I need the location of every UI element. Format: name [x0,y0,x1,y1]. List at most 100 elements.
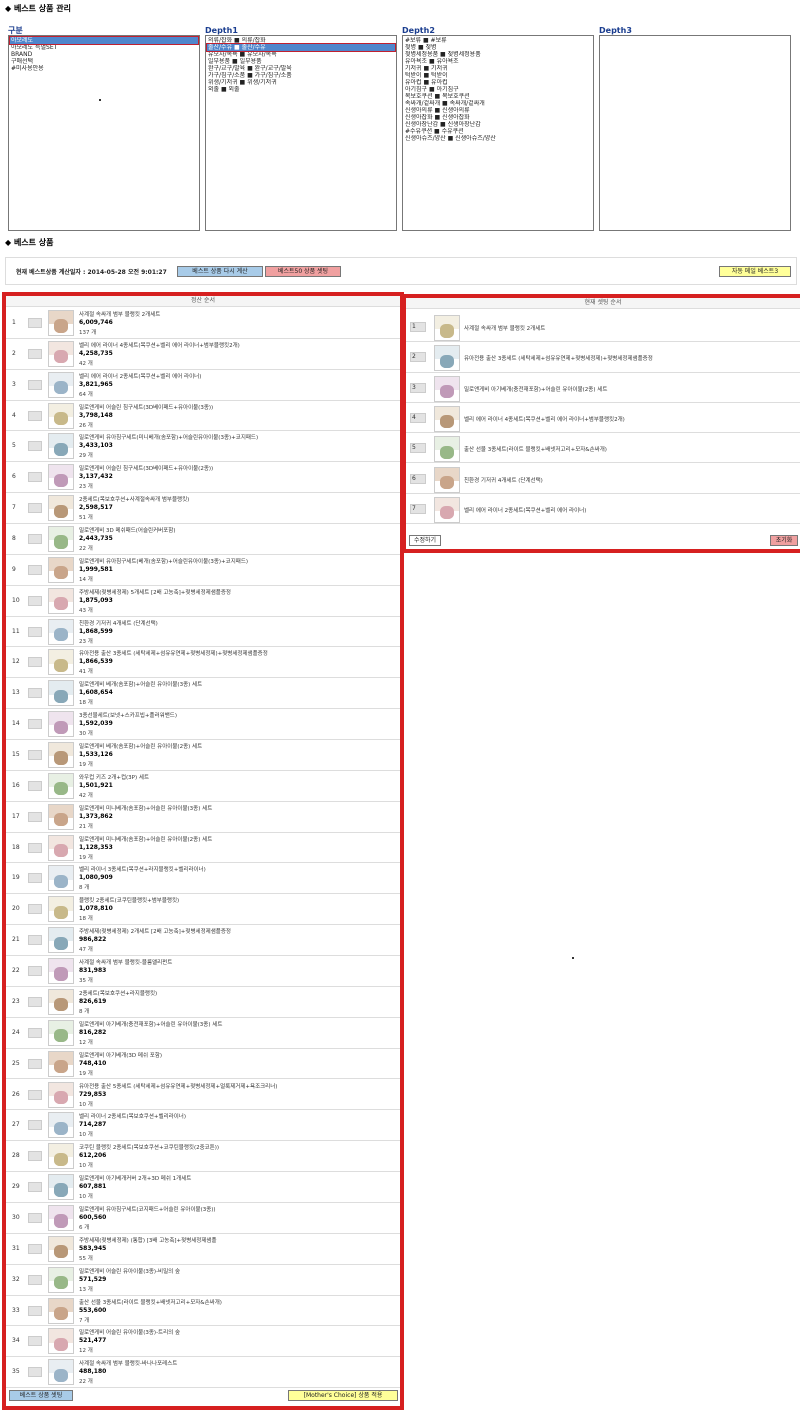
table-row[interactable]: 7 2종세트(목보호쿠션+사계절속싸개 범부블랭킷) 2,598,517 51 개 [6,493,400,525]
table-row[interactable]: 27 벨리 라이너 2종세트(목보호쿠션+벨리라이너) 714,287 10 개 [6,1110,400,1142]
row-checkbox[interactable] [28,1058,42,1069]
table-row[interactable]: 20 블랭킷 2종세트(코쿠틴블랭킷+범부블랭킷) 1,078,810 18 개 [6,894,400,926]
table-row[interactable]: 15 밀로앤게비 베개(솜포함)+어슬린 유아이불(2종) 세트 1,533,126… [6,740,400,771]
row-checkbox[interactable] [28,966,42,977]
setting-row[interactable]: 4 벨리 에어 라이너 4종세트(목쿠션+벨리 에어 라이너+범부블랭킷2개) [406,403,800,434]
row-checkbox[interactable] [28,1089,42,1100]
setting-row[interactable]: 1 사계절 속싸개 범부 블랭킷 2개세트 [406,312,800,343]
row-checkbox[interactable] [28,472,42,483]
table-row[interactable]: 10 주방세제(젖병세정제) 5개세트 [2배 고농축]+젖병세정제샘플증정 1,8… [6,586,400,617]
depth2-option[interactable]: 젖병세정용품 ■ 젖병세정용품 [404,51,592,58]
gubun-option[interactable]: 아모레도 특별SET [10,44,198,51]
depth1-option[interactable]: 완구/교구/발육 ■ 완구/교구/발육 [207,65,395,72]
row-checkbox[interactable] [28,1243,42,1254]
table-row[interactable]: 6 밀로앤게비 어슬린 침구세트(3D베이패드+유아이불(2종)) 3,137,43… [6,462,400,494]
setting-row[interactable]: 7 벨리 에어 라이너 2종세트(목쿠션+벨리 에어 라이너) [406,494,800,525]
table-row[interactable]: 13 밀로앤게비 베개(솜포함)+어슬린 유아이불(3종) 세트 1,608,654… [6,678,400,710]
gubun-option[interactable]: 구매선택 [10,58,198,65]
gubun-listbox[interactable]: 아모레도 아모레도 특별SET BRAND 구매선택 #미사용안용 [8,35,200,231]
depth1-option[interactable]: 가구/침구/소품 ■ 가구/침구/소품 [207,72,395,79]
table-row[interactable]: 14 3종선물세트(보넷+스카프빕+플러워밴드) 1,592,039 30 개 [6,709,400,741]
reset-button[interactable]: 초기화 [770,535,798,546]
row-checkbox[interactable] [28,534,42,545]
table-row[interactable]: 4 밀로앤게비 어슬린 침구세트(3D베이패드+유아이불(3종)) 3,798,14… [6,401,400,432]
depth1-listbox[interactable]: 의류/잡화 ■ 의류/잡화 출산/수유 ■ 출산/수유 유모차/목욕 ■ 유모차/목… [205,35,397,231]
row-checkbox[interactable] [28,996,42,1007]
table-row[interactable]: 2 벨리 에어 라이너 4종세트(목쿠션+벨리 에어 라이너+범부블랭킷2개) 4,… [6,339,400,370]
row-checkbox[interactable] [28,564,42,575]
setting-row[interactable]: 2 유아전용 출산 3종세트 (세탁세제+섬유유연제+젖병세정제)+젖병세정제샘플… [406,342,800,373]
recalc-button[interactable]: 베스트 상품 다시 계산 [177,266,263,277]
row-checkbox[interactable] [28,750,42,761]
depth2-option[interactable]: 기저귀 ■ 기저귀 [404,65,592,72]
row-checkbox[interactable] [28,379,42,390]
row-checkbox[interactable] [28,1027,42,1038]
row-checkbox[interactable] [28,348,42,359]
row-checkbox[interactable] [28,935,42,946]
setting-row[interactable]: 3 밀로앤게비 아기베개(충전재포함)+어슬린 유아이불(2종) 세트 [406,373,800,403]
table-row[interactable]: 3 벨리 에어 라이너 2종세트(목쿠션+벨리 에어 라이너) 3,821,965 6… [6,370,400,401]
setting-row[interactable]: 6 친환경 기저귀 4개세트 (단계선택) [406,464,800,494]
depth2-option[interactable]: 유아욕조 ■ 유아욕조 [404,58,592,65]
row-checkbox[interactable] [28,410,42,421]
row-checkbox[interactable] [28,1336,42,1347]
edit-button[interactable]: 수정하기 [409,535,441,546]
depth2-option[interactable]: 턱받이 ■ 턱받이 [404,72,592,79]
row-checkbox[interactable] [28,1274,42,1285]
depth1-option[interactable]: 위생/기저귀 ■ 위생/기저귀 [207,79,395,86]
table-row[interactable]: 17 밀로앤게비 미니베개(솜포함)+어슬린 유아이불(3종) 세트 1,373,8… [6,802,400,833]
depth1-option[interactable]: 유모차/목욕 ■ 유모차/목욕 [207,51,395,58]
row-checkbox[interactable] [28,842,42,853]
depth1-option[interactable]: 출산/수유 ■ 출산/수유 [206,43,396,52]
depth2-option[interactable]: 신생아의류 ■ 신생아의류 [404,107,592,114]
row-checkbox[interactable] [28,318,42,328]
depth1-option[interactable]: 의류/잡화 ■ 의류/잡화 [207,37,395,44]
row-checkbox[interactable] [28,626,42,637]
depth2-option[interactable]: 젖병 ■ 젖병 [404,44,592,51]
table-row[interactable]: 24 밀로앤게비 아기베개(충전재포함)+어슬린 유아이불(3종) 세트 816,2… [6,1018,400,1049]
row-checkbox[interactable] [28,441,42,452]
depth2-option[interactable]: 유아컵 ■ 유아컵 [404,79,592,86]
table-row[interactable]: 5 밀로앤게비 유아침구세트(미니베개(솜포함)+어슬린유아이불(3종)+코지패드… [6,431,400,463]
row-checkbox[interactable] [28,904,42,915]
setting-row[interactable]: 5 출산 선물 3종세트(라이트 블랭킷+배넷저고리+모자&손싸개) [406,433,800,464]
table-row[interactable]: 8 밀로앤게비 3D 메쉬패드(어슬린커버포함) 2,443,735 22 개 [6,524,400,555]
depth3-listbox[interactable] [599,35,791,231]
table-row[interactable]: 12 유아전용 출산 3종세트 (세탁세제+섬유유연제+젖병세정제)+젖병세정제샘… [6,647,400,679]
gubun-option[interactable]: BRAND [10,51,198,58]
table-row[interactable]: 19 벨리 라이너 3종세트(목쿠션+라지블랭킷+벨리라이너) 1,080,909 8… [6,863,400,895]
table-row[interactable]: 35 사계절 속싸개 범부 블랭킷-바나나포레스트 488,180 22 개 [6,1357,400,1389]
top50-setting-button[interactable]: 베스트50 상품 셋팅 [265,266,341,277]
table-row[interactable]: 30 밀로앤게비 유아침구세트(코지패드+어슬린 유아이불(3종)) 600,560… [6,1203,400,1234]
gubun-option[interactable]: #미사용안용 [10,65,198,72]
row-checkbox[interactable] [28,688,42,699]
row-checkbox[interactable] [28,1367,42,1378]
table-row[interactable]: 33 출산 선물 3종세트(라이트 블랭킷+배넷저고리+모자&손싸개) 553,60… [6,1296,400,1327]
row-checkbox[interactable] [28,1151,42,1162]
table-row[interactable]: 18 밀로앤게비 미니베개(솜포함)+어슬린 유아이불(2종) 세트 1,128,3… [6,833,400,864]
depth2-option[interactable]: 신생아슈즈/양산 ■ 신생아슈즈/양산 [404,135,592,142]
table-row[interactable]: 26 유아전용 출산 5종세트 (세탁세제+섬유유연제+젖병세정제+얼룩제거제+욕… [6,1080,400,1111]
row-checkbox[interactable] [28,1305,42,1316]
table-row[interactable]: 1 사계절 속싸개 범부 블랭킷 2개세트 6,009,746 137 개 [6,308,400,339]
row-checkbox[interactable] [28,657,42,668]
row-checkbox[interactable] [28,719,42,730]
table-row[interactable]: 29 밀로앤게비 아기베개커버 2개+3D 메쉬 1개세트 607,881 10 개 [6,1172,400,1203]
gubun-option[interactable]: 아모레도 [9,36,199,45]
row-checkbox[interactable] [28,595,42,606]
table-row[interactable]: 22 사계절 속싸개 범부 블랭킷-블룸앨리펀트 831,983 35 개 [6,956,400,987]
depth2-option[interactable]: 신생아잡화 ■ 신생아잡화 [404,114,592,121]
table-row[interactable]: 23 2종세트(목보호쿠션+라지블랭킷) 826,619 8 개 [6,987,400,1018]
depth2-option[interactable]: #수유쿠션 ■ 수유쿠션 [404,128,592,135]
table-row[interactable]: 28 코쿠틴 블랭킷 2종세트(목보호쿠션+코쿠틴블랭킷(2중코튼)) 612,20… [6,1141,400,1173]
table-row[interactable]: 31 주방세제(젖병세정제) (통합) [3배 고농축]+젖병세정제샘플 583,9… [6,1234,400,1265]
depth1-option[interactable]: 일부용품 ■ 일부용품 [207,58,395,65]
auto-mail-best3-button[interactable]: 자동 메일 베스트3 [719,266,791,277]
table-row[interactable]: 21 주방세제(젖병세정제) 2개세트 [2배 고농축]+젖병세정제샘플증정 986… [6,925,400,957]
row-checkbox[interactable] [28,1212,42,1223]
table-row[interactable]: 25 밀로앤게비 아기베개(3D 메쉬 포함) 748,410 19 개 [6,1049,400,1080]
row-checkbox[interactable] [28,780,42,791]
depth2-option[interactable]: 목보호쿠션 ■ 목보호쿠션 [404,93,592,100]
row-checkbox[interactable] [28,1182,42,1193]
depth2-option[interactable]: 신생아장난감 ■ 신생아장난감 [404,121,592,128]
